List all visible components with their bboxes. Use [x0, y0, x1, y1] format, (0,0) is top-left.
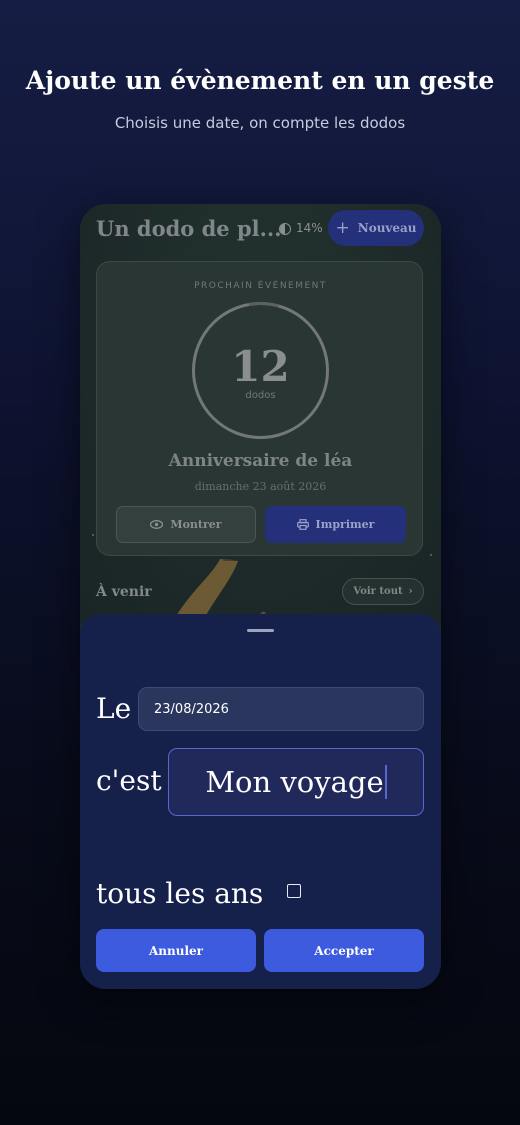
printer-icon — [296, 519, 309, 530]
event-title: Anniversaire de léa — [168, 451, 353, 471]
see-all-button[interactable]: Voir tout › — [342, 578, 424, 605]
text-caret — [384, 765, 387, 799]
days-unit: dodos — [245, 390, 276, 401]
moon-percent: 14% — [296, 221, 323, 235]
show-button[interactable]: Montrer — [116, 506, 256, 543]
print-button[interactable]: Imprimer — [265, 506, 406, 543]
event-date: dimanche 23 août 2026 — [194, 480, 327, 493]
add-event-sheet: Le 23/08/2026 c'est Mon voyage tous les … — [80, 614, 441, 989]
next-event-card: PROCHAIN ÉVÉNEMENT 12 dodos Anniversaire… — [96, 261, 423, 556]
chevron-right-icon: › — [408, 586, 413, 597]
see-all-label: Voir tout — [353, 586, 403, 597]
yearly-label: tous les ans — [96, 877, 264, 910]
show-button-label: Montrer — [170, 518, 222, 531]
accept-button[interactable]: Accepter — [264, 929, 424, 972]
moon-phase-icon — [279, 223, 291, 235]
upcoming-title: À venir — [96, 584, 152, 600]
new-event-label: Nouveau — [357, 221, 417, 235]
phone-mockup: Un dodo de pl... 14% + Nouveau PROCHAIN … — [80, 204, 441, 989]
eye-icon — [150, 520, 164, 529]
plus-icon: + — [335, 218, 350, 238]
promo-headline: Ajoute un évènement en un geste — [25, 66, 495, 95]
days-count: 12 — [231, 342, 290, 391]
print-button-label: Imprimer — [315, 518, 375, 531]
new-event-button[interactable]: + Nouveau — [328, 210, 424, 246]
name-label: c'est — [96, 764, 162, 797]
yearly-checkbox[interactable] — [287, 884, 301, 898]
app-title: Un dodo de pl... — [96, 216, 282, 241]
date-input[interactable]: 23/08/2026 — [138, 687, 424, 731]
cancel-button[interactable]: Annuler — [96, 929, 256, 972]
next-event-kicker: PROCHAIN ÉVÉNEMENT — [194, 281, 327, 291]
promo-subheadline: Choisis une date, on compte les dodos — [114, 114, 406, 132]
event-name-input[interactable]: Mon voyage — [168, 748, 424, 816]
event-name-value: Mon voyage — [205, 765, 384, 799]
date-label: Le — [96, 692, 132, 725]
sheet-drag-handle[interactable] — [247, 629, 274, 632]
